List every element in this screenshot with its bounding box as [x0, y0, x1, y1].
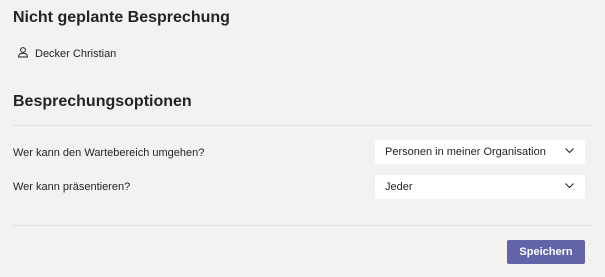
chevron-down-icon	[564, 180, 575, 194]
section-title: Besprechungsoptionen	[13, 93, 192, 110]
lobby-bypass-value: Personen in meiner Organisation	[385, 146, 546, 158]
footer-divider	[13, 225, 592, 226]
section-divider	[13, 125, 592, 126]
presenter-label: Wer kann präsentieren?	[13, 181, 131, 193]
organizer-name: Decker Christian	[35, 48, 117, 60]
presenter-value: Jeder	[385, 181, 413, 193]
organizer: Decker Christian	[17, 46, 116, 62]
presenter-dropdown[interactable]: Jeder	[375, 175, 585, 199]
save-button[interactable]: Speichern	[507, 240, 585, 264]
lobby-bypass-label: Wer kann den Wartebereich umgehen?	[13, 147, 205, 159]
lobby-bypass-dropdown[interactable]: Personen in meiner Organisation	[375, 140, 585, 164]
person-icon	[17, 46, 35, 62]
meeting-title: Nicht geplante Besprechung	[13, 9, 230, 26]
chevron-down-icon	[564, 145, 575, 159]
